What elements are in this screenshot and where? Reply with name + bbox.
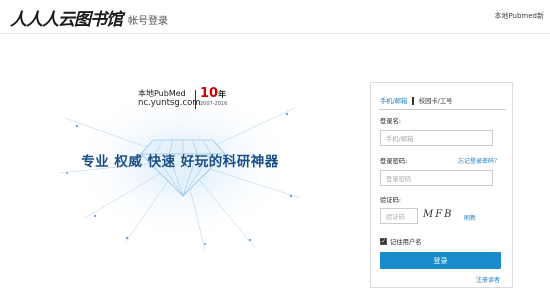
- promo-banner: 本地PubMed nc.yuntsg.com 10年 2007-2016 专业 …: [55, 78, 305, 253]
- login-tabs: 手机/邮箱 校园卡/工号: [380, 96, 452, 105]
- username-label: 登录名:: [380, 118, 402, 125]
- tab-divider: [412, 96, 414, 105]
- anniversary-number: 10年: [200, 86, 227, 101]
- captcha-placeholder: 验证码: [386, 213, 405, 221]
- remember-label: 记住用户名: [390, 239, 422, 246]
- login-button[interactable]: 登录: [380, 252, 501, 269]
- refresh-captcha-link[interactable]: 刷新: [464, 213, 476, 222]
- remember-username[interactable]: ✓ 记住用户名: [380, 237, 421, 246]
- captcha-input[interactable]: 验证码: [380, 208, 418, 224]
- tab-phone-email[interactable]: 手机/邮箱: [380, 96, 407, 105]
- logo-text: 人人人云图书馆: [10, 9, 123, 30]
- brand-divider: [195, 90, 196, 109]
- forgot-password-link[interactable]: 忘记登录密码？: [458, 156, 500, 165]
- login-panel: 手机/邮箱 校园卡/工号 登录名: 手机/邮箱 登录密码: 忘记登录密码？ 登录…: [370, 82, 513, 288]
- password-input[interactable]: 登录密码: [380, 170, 493, 186]
- captcha-image[interactable]: MFB: [423, 209, 454, 220]
- page-header: 人人人云图书馆 帐号登录 本地Pubmed新: [0, 0, 550, 34]
- slogan: 专业 权威 快速 好玩的科研神器: [81, 154, 279, 170]
- captcha-label: 验证码:: [380, 197, 402, 204]
- top-right-link[interactable]: 本地Pubmed新: [494, 11, 544, 21]
- password-placeholder: 登录密码: [386, 175, 412, 183]
- username-input[interactable]: 手机/邮箱: [380, 130, 493, 146]
- brand-block: 本地PubMed nc.yuntsg.com 10年 2007-2016: [138, 86, 288, 116]
- tabs-underline: [379, 109, 506, 110]
- password-label: 登录密码:: [380, 158, 408, 165]
- anniversary-period: 2007-2016: [200, 101, 228, 107]
- remember-checkbox[interactable]: ✓: [380, 238, 387, 245]
- username-placeholder: 手机/邮箱: [386, 135, 414, 143]
- page-title: 帐号登录: [128, 15, 168, 27]
- tab-campus-card[interactable]: 校园卡/工号: [419, 96, 453, 105]
- register-link[interactable]: 注册读者: [476, 275, 500, 284]
- anniversary-suffix: 年: [218, 90, 227, 99]
- site-logo[interactable]: 人人人云图书馆 帐号登录: [10, 6, 168, 30]
- brand-url: nc.yuntsg.com: [138, 98, 201, 108]
